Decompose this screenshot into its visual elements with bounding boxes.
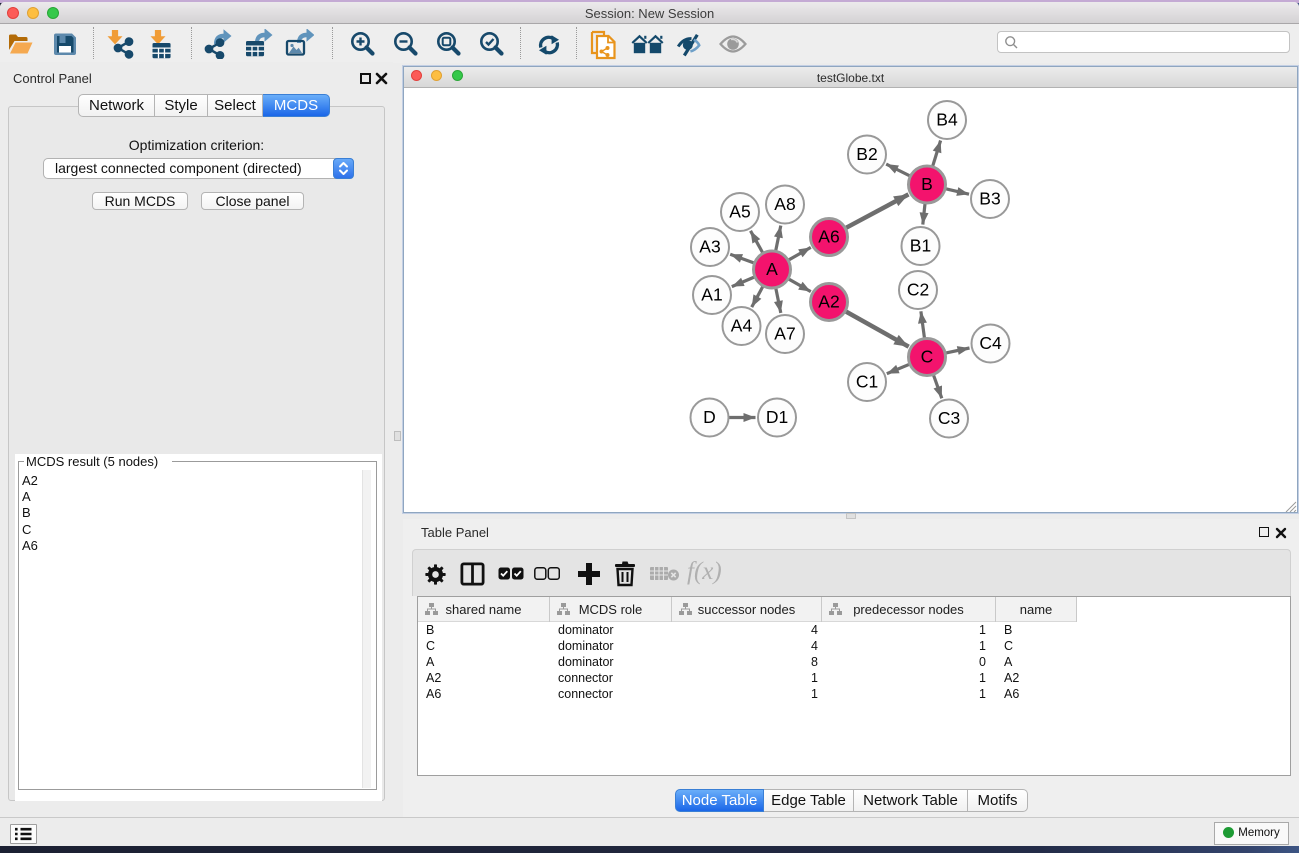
svg-text:A: A [766, 259, 778, 279]
svg-text:D1: D1 [766, 407, 788, 427]
svg-text:A3: A3 [699, 237, 720, 257]
svg-text:A2: A2 [818, 292, 839, 312]
svg-text:B: B [921, 174, 933, 194]
svg-text:C2: C2 [907, 280, 929, 300]
svg-text:B4: B4 [936, 110, 958, 130]
svg-text:A8: A8 [774, 194, 795, 214]
svg-text:A7: A7 [774, 324, 795, 344]
svg-text:A1: A1 [701, 285, 722, 305]
svg-text:D: D [703, 407, 716, 427]
svg-text:B3: B3 [979, 189, 1000, 209]
svg-text:C: C [921, 347, 934, 367]
svg-text:A6: A6 [818, 227, 839, 247]
svg-text:C1: C1 [856, 372, 878, 392]
svg-text:A4: A4 [731, 316, 753, 336]
svg-text:C4: C4 [979, 333, 1002, 353]
svg-text:B1: B1 [910, 236, 931, 256]
svg-text:C3: C3 [938, 408, 960, 428]
svg-text:B2: B2 [856, 144, 877, 164]
svg-text:A5: A5 [729, 202, 750, 222]
